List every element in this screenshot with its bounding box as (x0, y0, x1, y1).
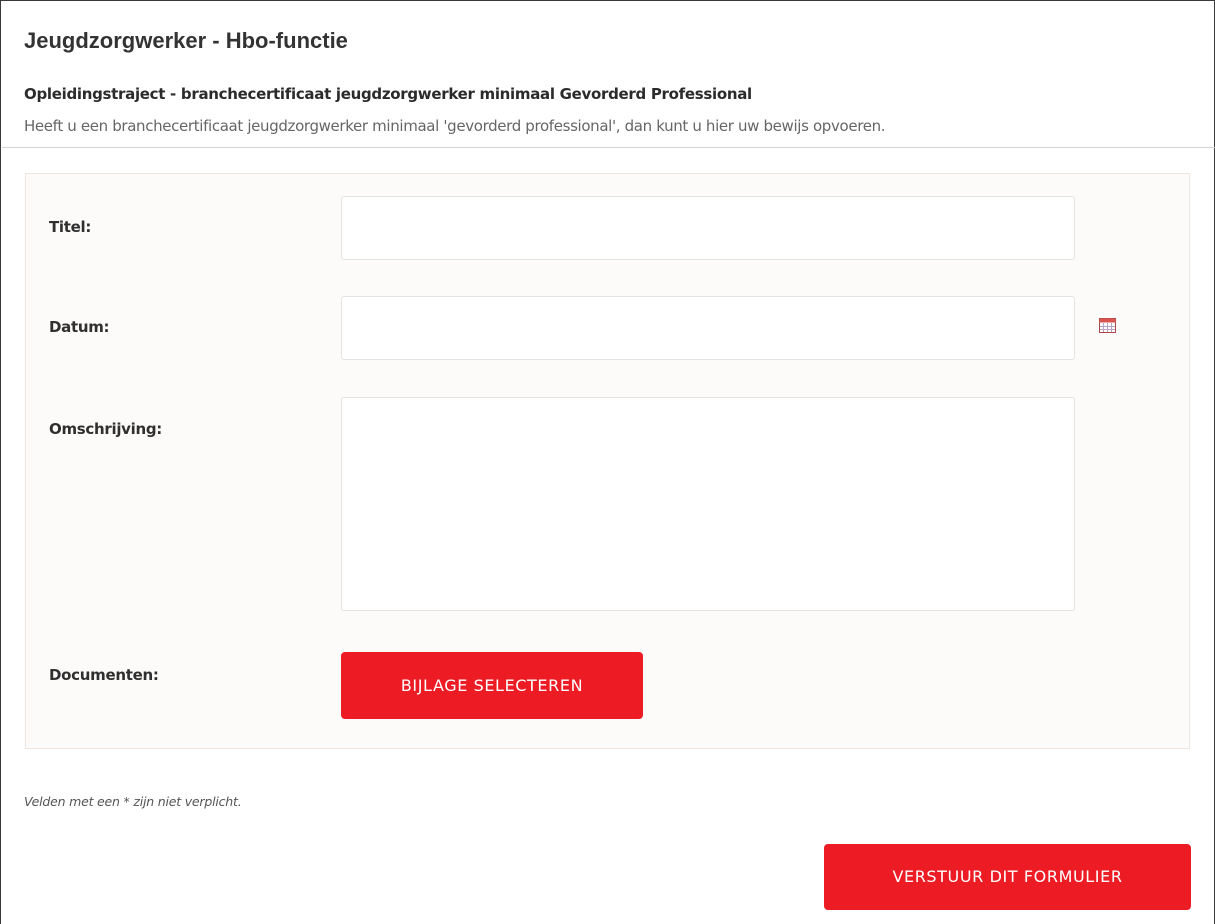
attach-button[interactable]: BIJLAGE SELECTEREN (341, 652, 643, 719)
section-divider (2, 147, 1215, 148)
documents-label: Documenten: (49, 666, 159, 684)
title-input[interactable] (341, 196, 1075, 260)
page-title: Jeugdzorgwerker - Hbo-functie (24, 28, 348, 53)
title-label: Titel: (49, 218, 92, 236)
date-label: Datum: (49, 318, 110, 336)
description-label: Omschrijving: (49, 420, 162, 438)
calendar-icon[interactable] (1099, 318, 1116, 333)
date-input[interactable] (341, 296, 1075, 360)
section-description: Heeft u een branchecertificaat jeugdzorg… (24, 117, 886, 135)
description-textarea[interactable] (341, 397, 1075, 611)
form-panel: Titel: Datum: Omschrijving: Documenten: … (25, 173, 1190, 749)
submit-button[interactable]: VERSTUUR DIT FORMULIER (824, 844, 1191, 910)
form-window: Jeugdzorgwerker - Hbo-functie Opleidings… (0, 0, 1215, 924)
section-title: Opleidingstraject - branchecertificaat j… (24, 85, 752, 103)
required-fields-note: Velden met een * zijn niet verplicht. (24, 794, 242, 809)
